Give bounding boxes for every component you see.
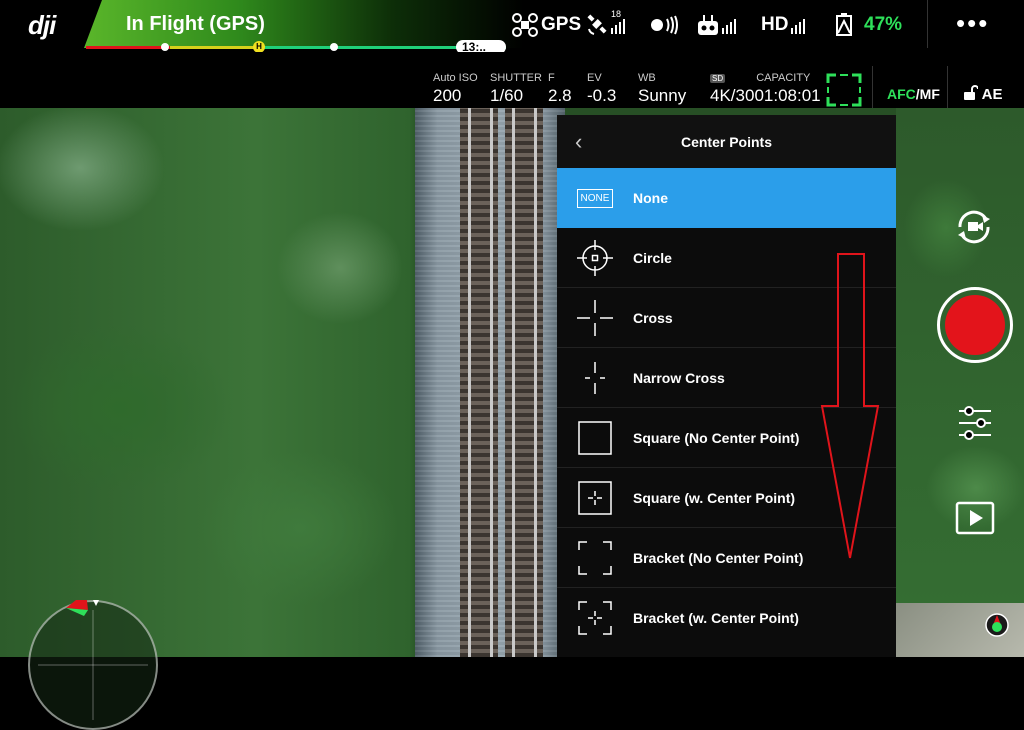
- camera-settings-bar[interactable]: Auto ISO 200 SHUTTER 1/60 F 2.8 EV -0.3 …: [0, 52, 1024, 108]
- option-label: Bracket (w. Center Point): [633, 610, 799, 626]
- storage-header: SD CAPACITY: [710, 72, 821, 84]
- top-status-bar: dji In Flight (GPS) H 13:.. GPS 18 HD 47…: [0, 0, 1024, 54]
- ae-label: AE: [981, 86, 1003, 103]
- option-label: Bracket (No Center Point): [633, 550, 804, 566]
- wb-label: WB: [638, 72, 656, 84]
- hd-video-signal[interactable]: HD: [761, 12, 806, 38]
- progress-marker: [330, 43, 338, 51]
- option-label: Narrow Cross: [633, 370, 725, 386]
- battery-progress-bar: [86, 46, 506, 49]
- afc-label: AFC: [887, 86, 916, 102]
- ae-lock-button[interactable]: AE: [962, 85, 1002, 103]
- aperture-label: F: [548, 72, 555, 84]
- shutter-value: 1/60: [490, 86, 524, 105]
- capacity-label: CAPACITY: [756, 72, 811, 84]
- ev-setting[interactable]: EV -0.3: [587, 72, 616, 106]
- shutter-label: SHUTTER: [490, 72, 542, 84]
- remote-controller-icon: [698, 15, 718, 35]
- iso-label: Auto ISO: [433, 72, 478, 84]
- none-badge: NONE: [576, 188, 614, 208]
- gps-label: GPS: [541, 14, 582, 35]
- obstacle-sensing-icon: [651, 15, 678, 35]
- rail: [490, 108, 493, 657]
- storage-capacity[interactable]: SD CAPACITY 4K/3001:08:01: [710, 72, 821, 106]
- aperture-setting[interactable]: F 2.8: [548, 72, 572, 106]
- option-label: Square (w. Center Point): [633, 490, 796, 506]
- satellite-icon: [587, 14, 607, 35]
- remote-controller-signal[interactable]: [697, 12, 736, 38]
- panel-header: ‹ Center Points: [557, 115, 896, 169]
- divider: [872, 66, 873, 108]
- option-label: Circle: [633, 250, 672, 266]
- annotation-arrow-down-icon: [820, 253, 880, 559]
- rc-signal-bars: [722, 16, 736, 34]
- aperture-value: 2.8: [548, 86, 572, 105]
- compass-icon[interactable]: [984, 612, 1010, 638]
- cross-icon: [577, 300, 613, 336]
- bracket-center-icon: [578, 601, 612, 635]
- option-none[interactable]: NONE None: [557, 168, 896, 228]
- iso-value: 200: [433, 86, 462, 105]
- shutter-setting[interactable]: SHUTTER 1/60: [490, 72, 542, 106]
- white-balance-setting[interactable]: WB Sunny: [638, 72, 686, 106]
- option-label: None: [633, 190, 668, 206]
- hd-label: HD: [761, 14, 789, 35]
- mf-label: /MF: [915, 86, 940, 102]
- option-label: Square (No Center Point): [633, 430, 800, 446]
- storage-value: 4K/3001:08:01: [710, 86, 821, 106]
- iso-setting[interactable]: Auto ISO 200: [433, 72, 478, 106]
- wb-value: Sunny: [638, 86, 687, 105]
- rail: [468, 108, 471, 657]
- rail-track-right: [505, 108, 543, 657]
- rail: [534, 108, 537, 657]
- aircraft-heading-icon: [38, 600, 148, 720]
- circle-crosshair-icon: [577, 240, 613, 276]
- flight-status-label[interactable]: In Flight (GPS): [126, 13, 265, 36]
- battery-status[interactable]: 47%: [834, 12, 902, 38]
- sd-card-badge: SD: [710, 74, 726, 83]
- camera-settings-sliders-icon[interactable]: [955, 403, 995, 443]
- dji-logo[interactable]: dji: [28, 10, 56, 41]
- remaining-capacity: 01:08:01: [754, 86, 821, 105]
- progress-marker: [161, 43, 169, 51]
- bracket-icon: [578, 541, 612, 575]
- divider: [947, 66, 948, 108]
- focus-frame-icon[interactable]: [826, 73, 862, 107]
- record-indicator: [945, 295, 1005, 355]
- battery-icon: [836, 13, 852, 36]
- drone-icon: [512, 13, 538, 37]
- ev-label: EV: [587, 72, 602, 84]
- record-button[interactable]: [937, 287, 1013, 363]
- playback-icon[interactable]: [955, 500, 995, 536]
- option-label: Cross: [633, 310, 673, 326]
- battery-percent: 47%: [864, 14, 903, 35]
- rail: [512, 108, 515, 657]
- panel-title: Center Points: [680, 134, 772, 150]
- focus-mode-toggle[interactable]: AFC/MF: [887, 86, 940, 102]
- trees-right: [896, 108, 1024, 657]
- hd-signal-bars: [791, 16, 806, 34]
- unlock-icon: [964, 85, 979, 100]
- narrow-cross-icon: [585, 362, 605, 394]
- option-bracket-center[interactable]: Bracket (w. Center Point): [557, 588, 896, 648]
- photo-video-switch-icon[interactable]: [952, 205, 996, 249]
- divider: [927, 0, 928, 48]
- ev-value: -0.3: [587, 86, 617, 105]
- more-settings-button[interactable]: •••: [956, 8, 989, 39]
- video-format: 4K/30: [710, 86, 755, 105]
- attitude-minimap[interactable]: [28, 600, 158, 730]
- satellite-count: 18: [611, 9, 622, 19]
- square-icon: [578, 421, 612, 455]
- none-badge-icon: NONE: [575, 178, 615, 218]
- square-center-icon: [578, 481, 612, 515]
- gps-status[interactable]: GPS: [512, 12, 581, 38]
- vision-sensor-status[interactable]: [650, 12, 680, 38]
